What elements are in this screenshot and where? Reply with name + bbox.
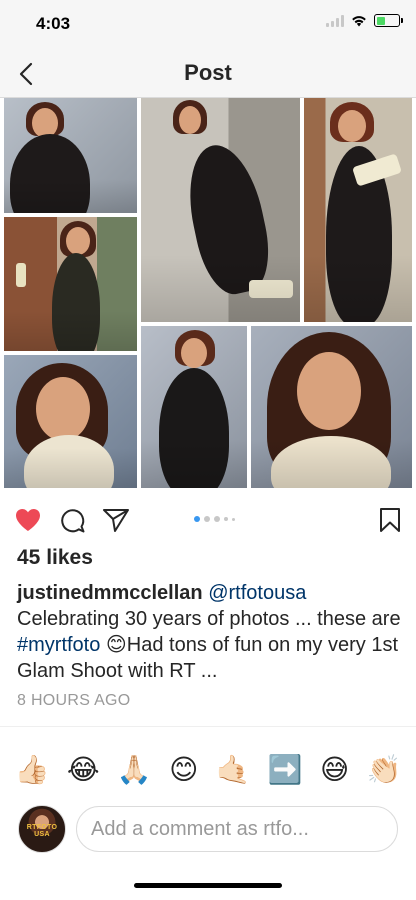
carousel-dot-active	[194, 516, 200, 522]
heart-icon	[16, 509, 40, 531]
collage-photo	[4, 355, 137, 488]
cellular-signal-icon	[326, 14, 344, 27]
collage-photo	[141, 98, 300, 322]
carousel-dot	[224, 517, 228, 521]
home-indicator[interactable]	[134, 883, 282, 888]
divider	[0, 726, 416, 727]
caption-text-part1: Celebrating 30 years of photos ... these…	[17, 608, 401, 630]
reaction-right-arrow[interactable]: ➡️	[268, 748, 303, 792]
comment-bar: RTFOTO USA	[0, 800, 416, 860]
status-time: 4:03	[36, 14, 71, 33]
bookmark-icon	[380, 508, 400, 532]
post-timestamp: 8 HOURS AGO	[17, 692, 131, 709]
collage-photo	[4, 98, 137, 213]
collage-photo	[304, 98, 412, 322]
comment-input[interactable]	[76, 806, 398, 852]
carousel-indicator	[194, 516, 235, 522]
carousel-dot	[232, 517, 235, 521]
collage-photo	[4, 217, 137, 351]
reaction-folded-hands[interactable]: 🙏🏻	[117, 748, 152, 792]
post-image-collage[interactable]	[0, 98, 416, 488]
like-count[interactable]: 45 likes	[17, 546, 93, 570]
wifi-icon	[352, 16, 366, 27]
post-caption: justinedmmcclellan @rtfotousa Celebratin…	[17, 580, 403, 684]
reaction-smiling-face[interactable]: 😊	[169, 748, 198, 792]
battery-icon	[374, 14, 403, 27]
caption-username[interactable]: justinedmmcclellan	[17, 582, 203, 604]
battery-level	[376, 16, 385, 25]
quick-reactions: 👍🏻 😂 🙏🏻 😊 🤙🏻 ➡️ 😅 👏🏻	[0, 748, 416, 792]
reaction-clapping-hands[interactable]: 👏🏻	[366, 748, 401, 792]
nav-bar: Post	[0, 50, 416, 98]
reaction-call-me-hand[interactable]: 🤙🏻	[216, 748, 251, 792]
caption-hashtag[interactable]: #myrtfoto	[17, 634, 100, 656]
reaction-sweat-smile[interactable]: 😅	[320, 748, 349, 792]
post-actions	[0, 500, 416, 540]
share-button[interactable]	[100, 504, 132, 536]
carousel-dot	[204, 516, 210, 522]
like-button[interactable]	[12, 504, 44, 536]
page-title: Post	[184, 60, 232, 85]
status-icons	[326, 14, 403, 27]
reaction-tears-of-joy[interactable]: 😂	[67, 748, 100, 792]
save-button[interactable]	[374, 504, 406, 536]
avatar[interactable]: RTFOTO USA	[18, 805, 66, 853]
caption-mention[interactable]: @rtfotousa	[208, 582, 306, 604]
carousel-dot	[214, 516, 220, 522]
send-icon	[103, 509, 129, 532]
comment-icon	[60, 508, 84, 532]
status-bar: 4:03	[0, 0, 416, 50]
collage-photo	[141, 326, 247, 488]
collage-photo	[251, 326, 412, 488]
comment-button[interactable]	[56, 504, 88, 536]
reaction-thumbs-up[interactable]: 👍🏻	[15, 748, 50, 792]
avatar-label: RTFOTO USA	[26, 824, 58, 838]
